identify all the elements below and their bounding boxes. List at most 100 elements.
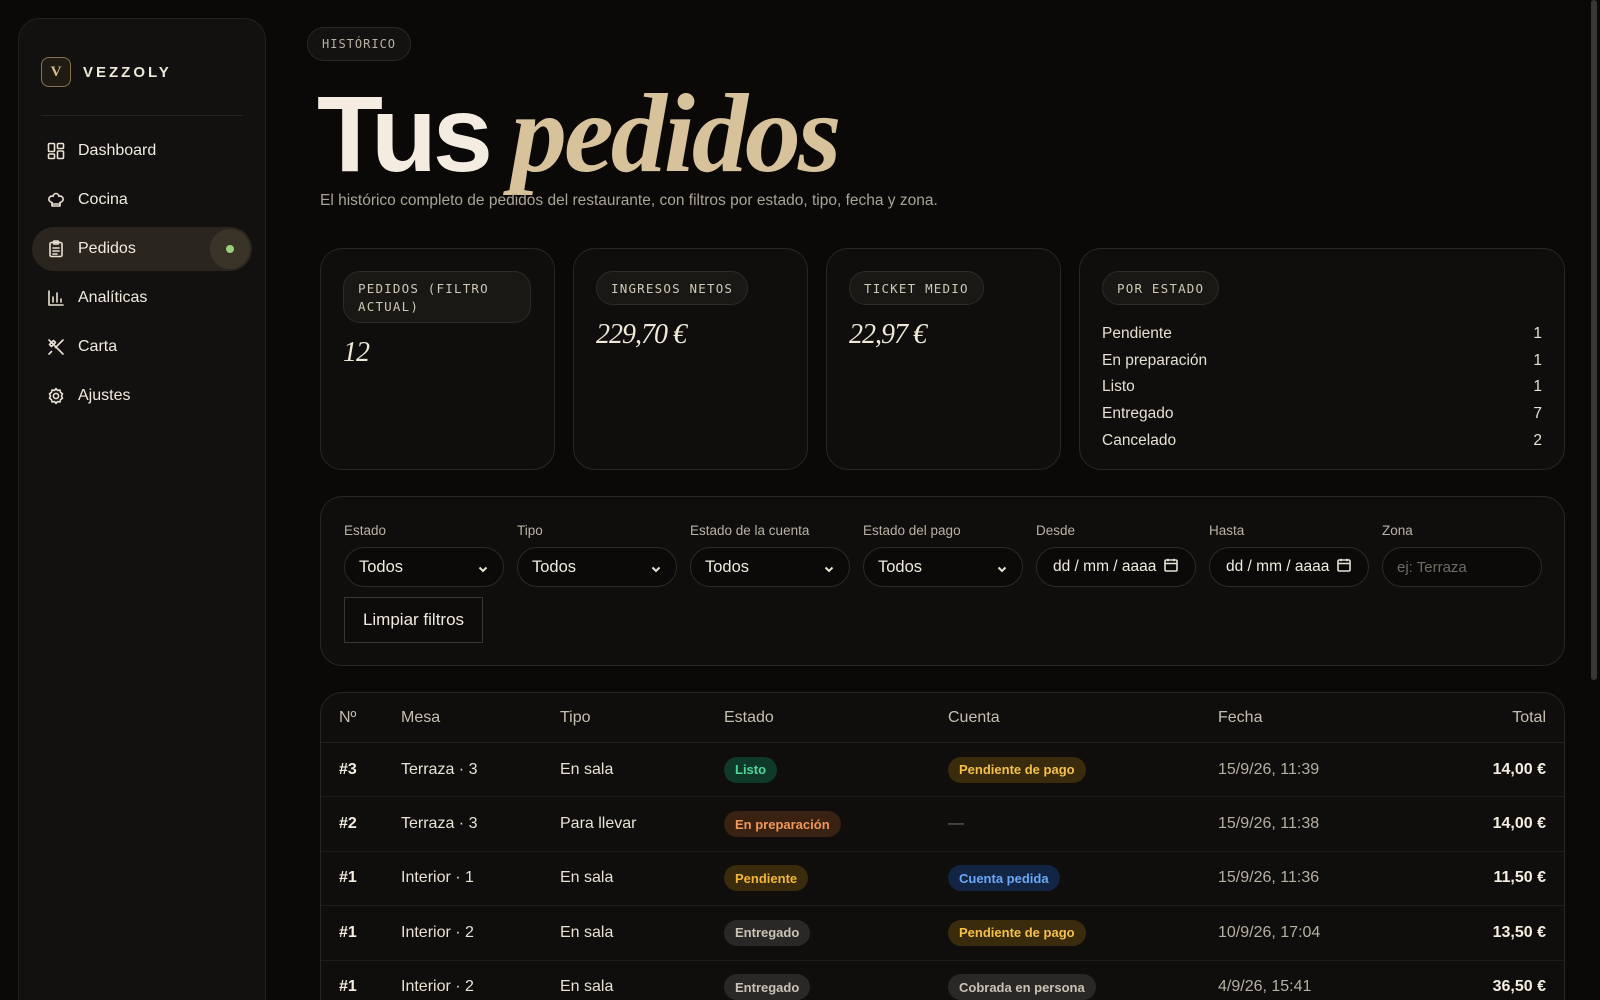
column-header[interactable]: Mesa <box>401 709 560 727</box>
active-indicator <box>210 229 250 269</box>
brand[interactable]: V VEZZOLY <box>19 19 265 99</box>
hasta-date-input[interactable]: dd / mm / aaaa <box>1209 547 1369 587</box>
column-header[interactable]: Total <box>1418 709 1564 727</box>
status-name: Entregado <box>1102 405 1174 423</box>
order-total: 14,00 € <box>1492 815 1546 833</box>
date-value: dd / mm / aaaa <box>1226 558 1330 575</box>
stat-value: 12 <box>343 337 370 368</box>
sidebar: V VEZZOLY Dashboard Cocina Pedidos Analí… <box>18 18 266 1000</box>
table-row[interactable]: #1 Interior · 1 En sala Pendiente Cuenta… <box>321 852 1564 907</box>
filter-label: Estado del pago <box>863 523 961 538</box>
status-row: Listo 1 <box>1102 374 1542 401</box>
estado-select[interactable]: Todos <box>344 547 504 587</box>
stat-card-revenue: INGRESOS NETOS 229,70 € <box>573 248 808 470</box>
order-date: 15/9/26, 11:36 <box>1218 869 1320 887</box>
status-badge: En preparación <box>724 811 841 838</box>
clear-filters-button[interactable]: Limpiar filtros <box>344 597 483 643</box>
tipo-select[interactable]: Todos <box>517 547 677 587</box>
filter-label: Tipo <box>517 523 543 538</box>
order-total: 13,50 € <box>1492 923 1546 941</box>
sidebar-item-analiticas[interactable]: Analíticas <box>32 276 252 320</box>
filter-tipo: Tipo Todos <box>517 523 677 587</box>
filter-cuenta: Estado de la cuenta Todos <box>690 523 850 587</box>
sidebar-item-label: Dashboard <box>78 142 157 159</box>
orders-table: Nº Mesa Tipo Estado Cuenta Fecha Total #… <box>320 692 1565 1000</box>
sidebar-item-carta[interactable]: Carta <box>32 325 252 369</box>
brand-name: VEZZOLY <box>83 63 172 81</box>
stat-value: 22,97 € <box>849 319 927 350</box>
column-header[interactable]: Nº <box>321 709 401 727</box>
table-header: Nº Mesa Tipo Estado Cuenta Fecha Total <box>321 693 1564 743</box>
utensils-icon <box>46 337 66 357</box>
stat-card-orders: PEDIDOS (FILTRO ACTUAL) 12 <box>320 248 555 470</box>
column-header[interactable]: Tipo <box>560 709 724 727</box>
desde-date-input[interactable]: dd / mm / aaaa <box>1036 547 1196 587</box>
stat-label: INGRESOS NETOS <box>596 271 749 305</box>
chevron-down-icon <box>477 561 489 573</box>
stat-label: TICKET MEDIO <box>849 271 984 305</box>
status-row: Entregado 7 <box>1102 401 1542 428</box>
table-row[interactable]: #1 Interior · 2 En sala Entregado Cobrad… <box>321 961 1564 1000</box>
order-number: #2 <box>339 815 357 833</box>
chevron-down-icon <box>650 561 662 573</box>
sidebar-item-label: Cocina <box>78 191 128 208</box>
column-header[interactable]: Estado <box>724 709 948 727</box>
order-type: En sala <box>560 869 614 887</box>
column-header[interactable]: Fecha <box>1218 709 1418 727</box>
sidebar-item-dashboard[interactable]: Dashboard <box>32 129 252 173</box>
status-count: 1 <box>1533 325 1542 343</box>
sidebar-item-label: Analíticas <box>78 289 148 306</box>
order-total: 36,50 € <box>1492 978 1546 996</box>
table-row[interactable]: #3 Terraza · 3 En sala Listo Pendiente d… <box>321 743 1564 798</box>
sidebar-item-cocina[interactable]: Cocina <box>32 178 252 222</box>
calendar-icon[interactable] <box>1163 557 1179 578</box>
filter-label: Estado de la cuenta <box>690 523 810 538</box>
order-date: 4/9/26, 15:41 <box>1218 978 1312 996</box>
sidebar-item-ajustes[interactable]: Ajustes <box>32 374 252 418</box>
account-badge: Cuenta pedida <box>948 865 1060 892</box>
order-date: 15/9/26, 11:39 <box>1218 760 1320 778</box>
stat-card-ticket: TICKET MEDIO 22,97 € <box>826 248 1061 470</box>
page-title-italic: pedidos <box>511 72 841 196</box>
select-value: Todos <box>878 557 923 576</box>
zona-input[interactable]: ej: Terraza <box>1382 547 1542 587</box>
page-subtitle: El histórico completo de pedidos del res… <box>320 192 938 209</box>
status-name: En preparación <box>1102 351 1208 369</box>
status-badge: Pendiente <box>724 865 809 892</box>
zona-placeholder: ej: Terraza <box>1397 558 1467 576</box>
order-table: Interior · 2 <box>401 923 474 941</box>
order-type: En sala <box>560 923 614 941</box>
active-dot-icon <box>226 245 234 253</box>
page-title: Tus pedidos <box>317 70 841 199</box>
order-date: 15/9/26, 11:38 <box>1218 815 1320 833</box>
calendar-icon[interactable] <box>1336 557 1352 578</box>
filters-panel: Estado Todos Tipo Todos Estado de la cue… <box>320 496 1565 666</box>
status-name: Pendiente <box>1102 325 1172 343</box>
filter-label: Desde <box>1036 523 1076 538</box>
status-count: 1 <box>1533 351 1542 369</box>
select-value: Todos <box>359 557 404 576</box>
status-row: En preparación 1 <box>1102 348 1542 375</box>
sidebar-divider <box>41 115 243 116</box>
order-table: Interior · 2 <box>401 978 474 996</box>
order-total: 11,50 € <box>1493 869 1547 887</box>
table-row[interactable]: #1 Interior · 2 En sala Entregado Pendie… <box>321 906 1564 961</box>
bar-chart-icon <box>46 288 66 308</box>
status-count: 7 <box>1533 405 1542 423</box>
order-date: 10/9/26, 17:04 <box>1218 923 1321 941</box>
status-row: Cancelado 2 <box>1102 427 1542 454</box>
account-badge: Cobrada en persona <box>948 974 1096 1000</box>
column-header[interactable]: Cuenta <box>948 709 1218 727</box>
pago-select[interactable]: Todos <box>863 547 1023 587</box>
table-row[interactable]: #2 Terraza · 3 Para llevar En preparació… <box>321 797 1564 852</box>
chef-hat-icon <box>46 190 66 210</box>
select-value: Todos <box>705 557 750 576</box>
brand-logo-icon: V <box>41 57 71 87</box>
page-scrollbar[interactable] <box>1591 0 1597 680</box>
cuenta-select[interactable]: Todos <box>690 547 850 587</box>
order-number: #3 <box>339 760 357 778</box>
order-table: Interior · 1 <box>401 869 474 887</box>
chevron-down-icon <box>996 561 1008 573</box>
sidebar-item-pedidos[interactable]: Pedidos <box>32 227 252 271</box>
stat-label: PEDIDOS (FILTRO ACTUAL) <box>343 271 531 323</box>
